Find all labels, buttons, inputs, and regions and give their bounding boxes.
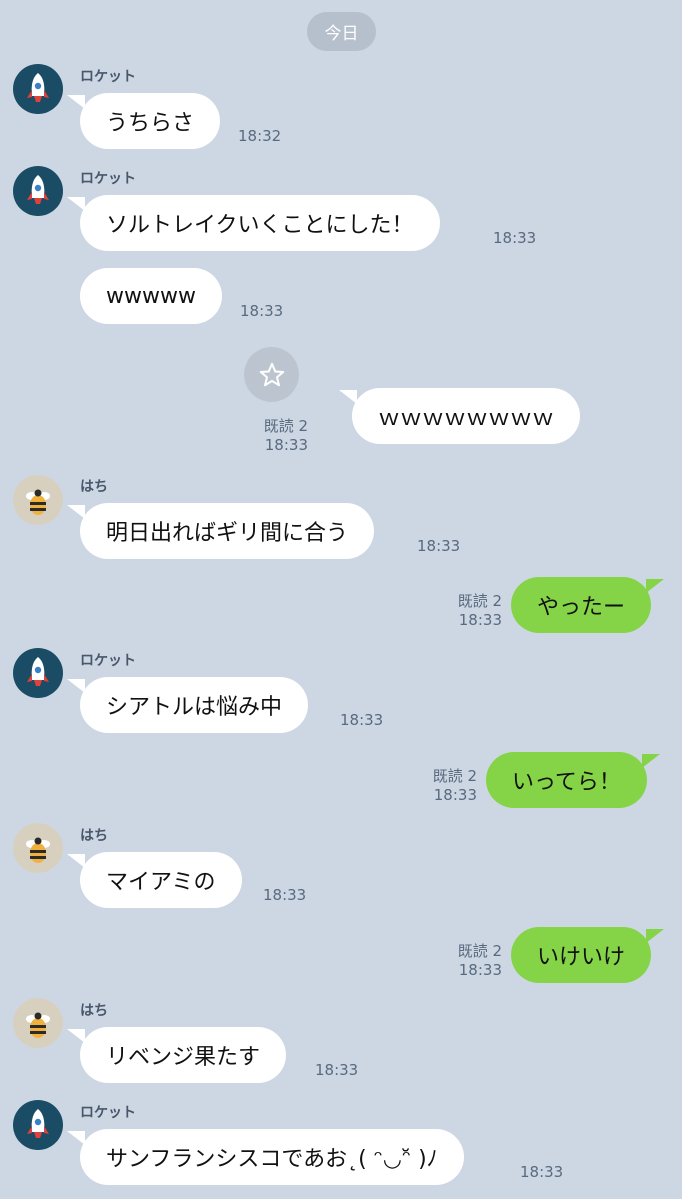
message-time: 18:33 [433,786,477,804]
message-time: 18:33 [340,711,384,729]
read-receipt: 既読 2 [432,767,477,785]
read-receipt: 既読 2 [457,592,502,610]
sender-name: はち [80,479,108,495]
avatar-bee[interactable] [13,823,63,873]
message-time: 18:33 [263,886,307,904]
message-text: いってら！ [512,770,621,795]
message-text: ソルトレイクいくことにした！ [106,213,414,238]
message-bubble[interactable]: リベンジ果たす [67,1027,287,1083]
message-time: 18:33 [493,229,537,247]
message-bubble[interactable]: マイアミの [67,852,242,908]
message-time: 18:33 [240,302,284,320]
message-bubble[interactable]: ｗｗｗｗｗｗｗｗ [339,388,581,444]
read-receipt: 既読 2 [263,417,308,435]
message-time: 18:33 [264,436,308,454]
message-text: うちらさ [106,111,195,136]
bee-icon [26,1012,50,1038]
message-time: 18:33 [315,1061,359,1079]
read-receipt: 既読 2 [457,942,502,960]
message-time: 18:33 [458,611,502,629]
message-text: やったー [537,595,626,620]
sender-name: ロケット [80,653,136,669]
avatar-bee[interactable] [13,998,63,1048]
sender-name: はち [80,828,108,844]
bee-icon [26,489,50,515]
message-time: 18:33 [520,1163,564,1181]
avatar-rocket[interactable] [13,648,63,698]
message-bubble[interactable]: wwwww [80,268,222,324]
message-text: 明日出ればギリ間に合う [106,521,349,546]
message-text: シアトルは悩み中 [106,695,283,720]
avatar-rocket[interactable] [13,64,63,114]
message-text: マイアミの [106,870,216,895]
sender-name: ロケット [80,69,136,85]
bee-icon [26,837,50,863]
message-text: いけいけ [537,945,626,970]
favorite-star-button[interactable] [244,347,299,402]
rocket-icon [27,73,49,102]
message-bubble[interactable]: サンフランシスコであお˛( ᵔ◡ᵔ̆ )ﾉ [67,1129,464,1185]
avatar-rocket[interactable] [13,1100,63,1150]
message-time: 18:33 [417,537,461,555]
message-bubble[interactable]: いってら！ [486,752,660,808]
message-time: 18:32 [238,127,282,145]
message-bubble[interactable]: いけいけ [511,927,665,983]
message-time: 18:33 [458,961,502,979]
rocket-icon [27,175,49,204]
sender-name: ロケット [80,171,136,187]
message-bubble[interactable]: ソルトレイクいくことにした！ [67,195,440,251]
message-text: wwwww [106,283,196,309]
message-bubble[interactable]: 明日出ればギリ間に合う [67,503,375,559]
message-text: ｗｗｗｗｗｗｗｗ [378,406,555,431]
date-divider: 今日 [307,12,376,51]
avatar-bee[interactable] [13,475,63,525]
message-bubble[interactable]: シアトルは悩み中 [67,677,309,733]
message-text: リベンジ果たす [106,1045,261,1070]
rocket-icon [27,657,49,686]
message-bubble[interactable]: うちらさ [67,93,221,149]
avatar-rocket[interactable] [13,166,63,216]
sender-name: ロケット [80,1105,136,1121]
message-text: サンフランシスコであお˛( ᵔ◡ᵔ̆ )ﾉ [106,1147,438,1172]
sender-name: はち [80,1003,108,1019]
star-icon [259,362,284,386]
message-bubble[interactable]: やったー [511,577,665,633]
rocket-icon [27,1109,49,1138]
